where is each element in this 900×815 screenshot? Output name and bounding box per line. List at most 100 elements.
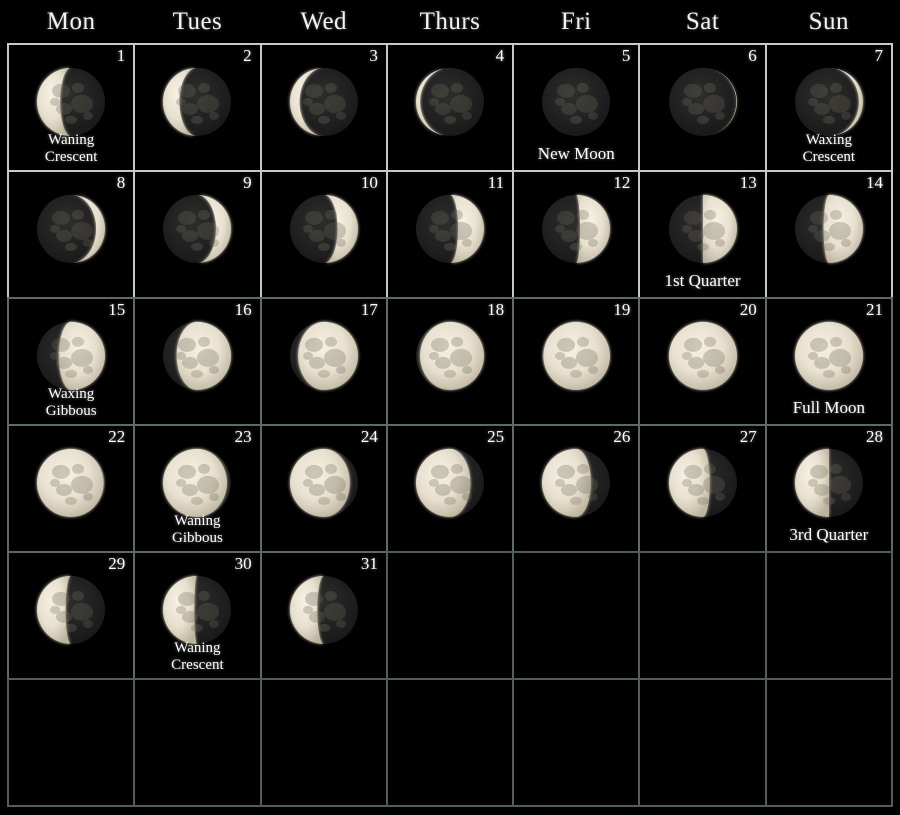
day-number: 4	[495, 46, 505, 65]
phase-label-line: Waxing	[805, 131, 852, 148]
moon-phase-icon	[412, 63, 488, 139]
day-number: 31	[360, 554, 378, 573]
day-number: 10	[360, 173, 378, 192]
moon-phase-icon	[286, 317, 362, 393]
calendar-day-cell[interactable]: 17	[259, 297, 388, 426]
phase-label-line: Waxing	[47, 385, 95, 402]
calendar-grid: 1 Waning Crescent 2 3 4 5 New Moon 6 7 Waxing Cresc…	[7, 43, 893, 807]
moon-phase-icon	[665, 190, 741, 266]
phase-label: Waning Gibbous	[135, 513, 259, 548]
calendar-day-cell[interactable]: 23 Waning Gibbous	[133, 424, 262, 553]
weekday-header-wed: Wed	[300, 8, 348, 35]
phase-label: New Moon	[514, 144, 638, 164]
phase-label-line: Full Moon	[792, 398, 865, 418]
calendar-day-cell[interactable]: 3	[259, 43, 388, 172]
moon-phase-icon	[286, 190, 362, 266]
day-number: 29	[108, 554, 126, 573]
day-number: 9	[243, 173, 252, 192]
moon-phase-icon	[159, 317, 235, 393]
moon-phase-icon	[33, 444, 109, 520]
moon-phase-icon	[791, 63, 867, 139]
calendar-day-cell[interactable]: 27	[638, 424, 767, 553]
phase-label-line: Crescent	[44, 148, 98, 165]
phase-label: 3rd Quarter	[767, 525, 891, 545]
moon-phase-icon	[538, 444, 614, 520]
calendar-day-cell[interactable]: 4	[385, 43, 515, 172]
calendar-day-cell[interactable]: 26	[512, 424, 641, 553]
calendar-empty-cell	[512, 551, 641, 680]
phase-label: Waning Crescent	[135, 640, 259, 675]
day-number: 17	[360, 300, 378, 319]
calendar-day-cell[interactable]: 24	[259, 424, 388, 553]
moon-phase-icon	[33, 63, 109, 139]
phase-label: Full Moon	[767, 398, 891, 418]
day-number: 30	[234, 554, 252, 573]
calendar-day-cell[interactable]: 12	[512, 170, 641, 299]
moon-phase-icon	[286, 571, 362, 647]
day-number: 23	[234, 427, 252, 446]
moon-phase-icon	[538, 190, 614, 266]
moon-phase-icon	[791, 317, 867, 393]
phase-label: Waxing Gibbous	[9, 386, 133, 421]
phase-label-line: New Moon	[537, 144, 615, 164]
calendar-empty-cell	[764, 551, 893, 680]
calendar-day-cell[interactable]: 31	[259, 551, 388, 680]
calendar-day-cell[interactable]: 30 Waning Crescent	[133, 551, 262, 680]
calendar-day-cell[interactable]: 29	[7, 551, 136, 680]
calendar-empty-cell	[512, 678, 641, 807]
moon-phase-icon	[159, 571, 235, 647]
phase-label-line: Waning	[174, 639, 221, 656]
day-number: 8	[116, 173, 126, 192]
day-number: 16	[234, 300, 252, 319]
phase-label-line: 3rd Quarter	[789, 525, 869, 545]
calendar-day-cell[interactable]: 15 Waxing Gibbous	[7, 297, 136, 426]
calendar-empty-cell	[764, 678, 893, 807]
calendar-day-cell[interactable]: 21 Full Moon	[764, 297, 893, 426]
moon-phase-icon	[159, 444, 235, 520]
calendar-empty-cell	[638, 551, 767, 680]
moon-phase-icon	[538, 63, 614, 139]
calendar-day-cell[interactable]: 13 1st Quarter	[638, 170, 767, 299]
calendar-day-cell[interactable]: 8	[7, 170, 136, 299]
phase-label-line: 1st Quarter	[664, 271, 741, 291]
day-number: 27	[739, 427, 757, 446]
day-number: 1	[116, 46, 126, 65]
calendar-day-cell[interactable]: 2	[133, 43, 262, 172]
day-number: 19	[613, 300, 631, 319]
calendar-day-cell[interactable]: 22	[7, 424, 136, 553]
moon-phase-icon	[33, 317, 109, 393]
moon-phase-icon	[159, 63, 235, 139]
calendar-empty-cell	[638, 678, 767, 807]
calendar-day-cell[interactable]: 28 3rd Quarter	[764, 424, 893, 553]
calendar-day-cell[interactable]: 1 Waning Crescent	[7, 43, 136, 172]
calendar-day-cell[interactable]: 16	[133, 297, 262, 426]
calendar-day-cell[interactable]: 7 Waxing Crescent	[764, 43, 893, 172]
moon-phase-icon	[33, 571, 109, 647]
calendar-day-cell[interactable]: 20	[638, 297, 767, 426]
calendar-day-cell[interactable]: 9	[133, 170, 262, 299]
calendar-day-cell[interactable]: 5 New Moon	[512, 43, 641, 172]
calendar-day-cell[interactable]: 19	[512, 297, 641, 426]
calendar-day-cell[interactable]: 10	[259, 170, 388, 299]
moon-phase-icon	[665, 444, 741, 520]
weekday-header-mon: Mon	[46, 8, 96, 35]
moon-phase-calendar: Mon Tues Wed Thurs Fri Sat Sun 1 Waning Crescent…	[0, 0, 900, 815]
phase-label-line: Crescent	[171, 656, 224, 673]
day-number: 28	[865, 427, 883, 446]
calendar-empty-cell	[7, 678, 136, 807]
calendar-day-cell[interactable]: 11	[385, 170, 515, 299]
moon-phase-icon	[412, 190, 488, 266]
phase-label: Waning Crescent	[9, 132, 133, 167]
calendar-day-cell[interactable]: 18	[385, 297, 515, 426]
moon-phase-icon	[791, 444, 867, 520]
phase-label-line: Gibbous	[45, 402, 97, 419]
moon-phase-icon	[665, 317, 741, 393]
moon-phase-icon	[791, 190, 867, 266]
day-number: 15	[108, 300, 126, 319]
calendar-day-cell[interactable]: 25	[385, 424, 515, 553]
calendar-day-cell[interactable]: 6	[638, 43, 767, 172]
calendar-day-cell[interactable]: 14	[764, 170, 893, 299]
weekday-header-tues: Tues	[172, 8, 223, 35]
day-number: 6	[748, 46, 757, 65]
calendar-empty-cell	[133, 678, 262, 807]
